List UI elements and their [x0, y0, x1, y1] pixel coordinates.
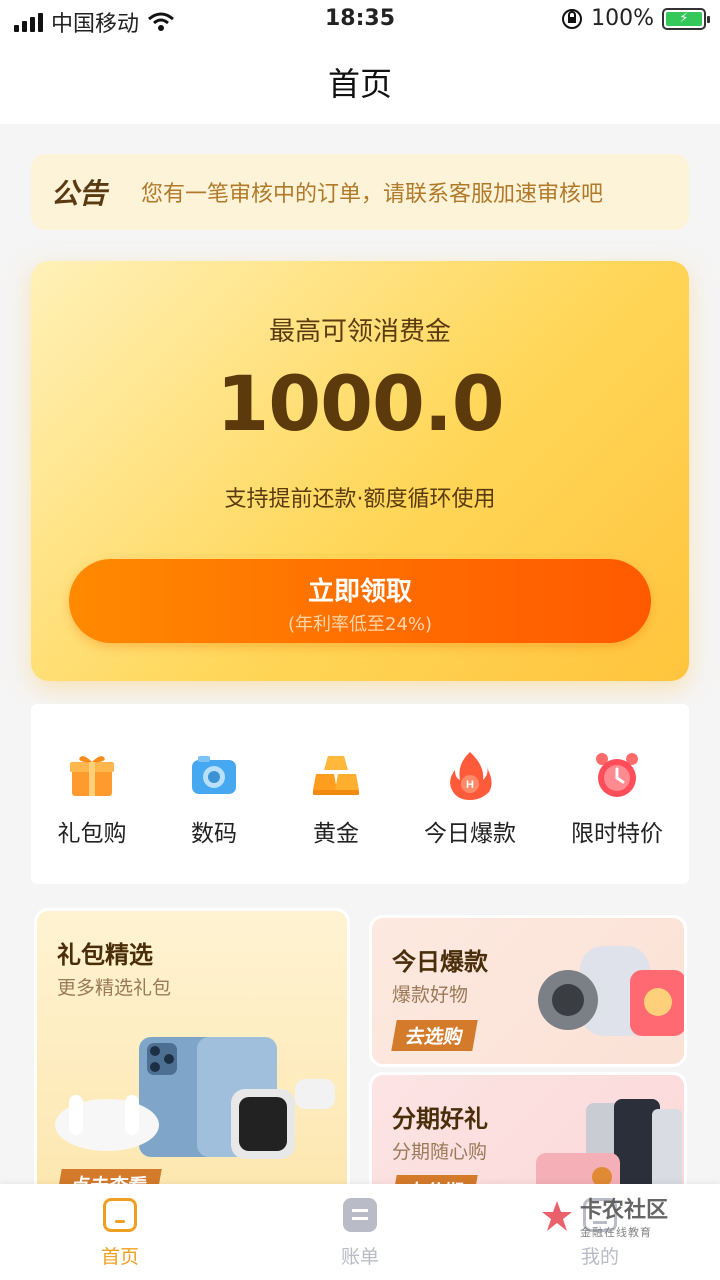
card-subtitle: 更多精选礼包 — [57, 977, 172, 999]
card-title: 礼包精选 — [57, 941, 153, 969]
shop-now-button[interactable]: 去选购 — [391, 1020, 478, 1051]
category-digital[interactable]: 数码 — [154, 750, 274, 848]
alarm-clock-icon — [592, 750, 642, 800]
announcement-bar[interactable]: 公告 您有一笔审核中的订单，请联系客服加速审核吧 — [31, 154, 689, 230]
hero-subtitle: 最高可领消费金 — [268, 317, 451, 347]
tab-label: 我的 — [580, 1246, 619, 1268]
interest-rate-note: (年利率低至24%) — [287, 614, 433, 635]
category-label: 礼包购 — [57, 821, 127, 847]
claim-now-button[interactable]: 立即领取 (年利率低至24%) — [69, 559, 651, 643]
gold-bars-icon — [311, 750, 361, 800]
card-title: 分期好礼 — [392, 1105, 488, 1133]
announcement-tag: 公告 — [51, 177, 108, 210]
hero-description: 支持提前还款·额度循环使用 — [224, 487, 496, 512]
category-label: 数码 — [191, 821, 237, 847]
orientation-lock-icon — [562, 8, 583, 29]
gift-icon — [67, 750, 117, 800]
hero-amount: 1000.0 — [216, 359, 504, 448]
category-grid: 礼包购 数码 黄金 H 今日爆款 限时特价 — [31, 704, 689, 884]
status-bar: 中国移动 18:35 100% ⚡ — [0, 0, 720, 40]
page-title: 首页 — [327, 65, 392, 103]
speaker-product-image — [538, 946, 684, 1036]
watermark-logo-icon — [542, 1201, 572, 1231]
battery-icon: ⚡ — [662, 7, 710, 30]
tab-label: 账单 — [340, 1246, 379, 1268]
electronics-product-image — [55, 1037, 335, 1159]
camera-icon — [189, 750, 239, 800]
card-subtitle: 分期随心购 — [392, 1141, 488, 1163]
category-label: 黄金 — [313, 821, 359, 847]
kanong-watermark: 卡农社区 金融在线教育 — [540, 1192, 668, 1240]
fire-icon: H — [445, 750, 495, 800]
claim-now-label: 立即领取 — [307, 577, 412, 607]
watermark-title: 卡农社区 — [580, 1198, 669, 1223]
bill-icon — [343, 1198, 377, 1232]
hot-today-card[interactable]: 今日爆款 爆款好物 去选购 — [369, 915, 687, 1067]
status-right: 100% ⚡ — [561, 6, 710, 31]
tab-home[interactable]: 首页 — [60, 1198, 180, 1269]
category-label: 今日爆款 — [424, 821, 516, 847]
watermark-subtitle: 金融在线教育 — [580, 1226, 652, 1239]
tab-label: 首页 — [100, 1246, 139, 1268]
gift-select-card[interactable]: 礼包精选 更多精选礼包 点击查看 — [34, 908, 350, 1198]
credit-hero-card: 最高可领消费金 1000.0 支持提前还款·额度循环使用 立即领取 (年利率低至… — [31, 261, 689, 681]
category-hot-today[interactable]: H 今日爆款 — [410, 750, 530, 848]
home-icon — [103, 1198, 137, 1232]
svg-text:H: H — [466, 779, 474, 791]
nav-bar: 首页 — [0, 40, 720, 124]
announcement-text: 您有一笔审核中的订单，请联系客服加速审核吧 — [141, 182, 604, 207]
card-subtitle: 爆款好物 — [392, 984, 469, 1006]
category-label: 限时特价 — [571, 821, 663, 847]
card-title: 今日爆款 — [392, 948, 488, 976]
battery-percent: 100% — [591, 6, 654, 31]
category-flash-sale[interactable]: 限时特价 — [557, 750, 677, 848]
category-gift-shop[interactable]: 礼包购 — [32, 750, 152, 848]
tab-bill[interactable]: 账单 — [300, 1198, 420, 1269]
category-gold[interactable]: 黄金 — [276, 750, 396, 848]
